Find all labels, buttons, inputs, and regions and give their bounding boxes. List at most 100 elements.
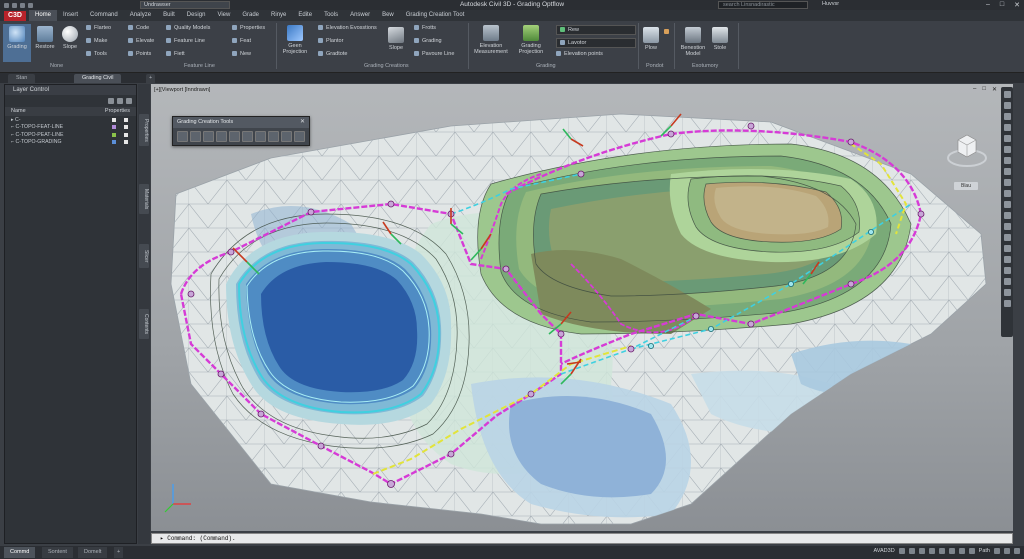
command-line[interactable]: ▸ Command: (Command). — [151, 533, 1013, 544]
terrain-model[interactable] — [151, 84, 1013, 531]
toolbar-title[interactable]: Grading Creation Tools — [173, 117, 309, 128]
view-cube[interactable] — [946, 128, 988, 172]
status-tab-sontent[interactable]: Sontent — [42, 547, 73, 558]
status-add-tab[interactable]: + — [114, 547, 124, 558]
snap-toggle-icon[interactable] — [908, 548, 915, 554]
grid-toggle-icon[interactable] — [898, 548, 905, 554]
tool-volume-icon[interactable] — [281, 131, 292, 142]
tab-command[interactable]: Command — [84, 10, 124, 21]
feature-line-item[interactable]: Feature Line — [166, 38, 205, 44]
tab-bew[interactable]: Bew — [376, 10, 400, 21]
close-button[interactable]: ✕ — [1014, 1, 1020, 9]
tab-grade[interactable]: Grade — [236, 10, 265, 21]
status-tab-commd[interactable]: Commd — [4, 547, 36, 558]
tab-analyze[interactable]: Analyze — [124, 10, 157, 21]
layer-row[interactable]: ⌐ C-TOPO-GRADING — [5, 139, 136, 147]
side-tab-materials[interactable]: Materials — [139, 184, 149, 214]
code-item[interactable]: Code — [128, 25, 149, 31]
dynamic-input-icon[interactable] — [948, 548, 955, 554]
maximize-button[interactable]: □ — [1000, 1, 1004, 9]
status-model-label[interactable]: AVAD3D — [873, 548, 894, 554]
user-name[interactable]: Huvvsr — [822, 1, 839, 7]
group-label-grading[interactable]: Grading — [536, 63, 556, 69]
tool-settings-icon[interactable] — [294, 131, 305, 142]
orbit-icon[interactable] — [1003, 113, 1011, 120]
annotation-scale-icon[interactable] — [968, 548, 975, 554]
polar-toggle-icon[interactable] — [928, 548, 935, 554]
layer-toggle[interactable] — [124, 125, 128, 129]
tool-create-grading-icon[interactable] — [177, 131, 188, 142]
osnap-toggle-icon[interactable] — [938, 548, 945, 554]
look-icon[interactable] — [1003, 157, 1011, 164]
layer-color[interactable] — [112, 132, 116, 137]
layer-toggle[interactable] — [124, 132, 128, 137]
search-input[interactable]: search Linsnadirastic — [718, 1, 808, 9]
group-label-none[interactable]: None — [50, 63, 63, 69]
settings-icon[interactable] — [126, 98, 132, 104]
tab-built[interactable]: Built — [157, 10, 181, 21]
grading-projection-button[interactable]: Grading Projection — [514, 25, 548, 55]
col-properties[interactable]: Properties — [105, 107, 130, 116]
minimize-button[interactable]: – — [986, 1, 990, 9]
toolbar-close-icon[interactable]: ✕ — [300, 118, 305, 125]
status-tab-domelt[interactable]: Domelt — [78, 547, 108, 558]
group-label-pondot[interactable]: Pondot — [646, 63, 663, 69]
new-layer-icon[interactable] — [108, 98, 114, 104]
ortho-toggle-icon[interactable] — [918, 548, 925, 554]
grid-icon[interactable] — [1003, 234, 1011, 241]
customize-icon[interactable] — [1004, 548, 1010, 554]
ortho-icon[interactable] — [1003, 245, 1011, 252]
geen-projection-button[interactable]: Geen Projection — [280, 25, 310, 55]
zoom-icon[interactable] — [1003, 102, 1011, 109]
zoom-extents-icon[interactable] — [1003, 135, 1011, 142]
properties-nav-icon[interactable] — [1003, 212, 1011, 219]
frotts-item[interactable]: Frotts — [414, 25, 436, 31]
slope-button[interactable]: Slope — [59, 26, 81, 50]
tab-rinye[interactable]: Rinye — [265, 10, 292, 21]
polar-icon[interactable] — [1003, 256, 1011, 263]
layer-row[interactable]: ⌐ C-TOPO-PEAT-LINE — [5, 131, 136, 139]
grading-button[interactable]: Grading — [3, 24, 31, 62]
layer-toggle[interactable] — [124, 117, 128, 122]
menu-icon[interactable] — [1014, 548, 1020, 554]
benestion-model-button[interactable]: Benestion Model — [678, 27, 708, 57]
feat-item[interactable]: Feat — [232, 38, 251, 44]
fiett-item[interactable]: Fiett — [166, 51, 185, 57]
stole-button[interactable]: Stole — [710, 27, 730, 51]
tab-view[interactable]: View — [211, 10, 236, 21]
layer-row[interactable]: ▸ C- — [5, 116, 136, 124]
lineweight-toggle-icon[interactable] — [958, 548, 965, 554]
restore-button[interactable]: Restore — [32, 26, 58, 50]
col-name[interactable]: Name — [11, 107, 26, 116]
tool-elevation-icon[interactable] — [268, 131, 279, 142]
style-dropdown[interactable]: Rew — [556, 25, 636, 35]
new-item[interactable]: New — [232, 51, 251, 57]
lineweight-icon[interactable] — [1003, 289, 1011, 296]
layer-dropdown[interactable]: Lavotor — [556, 38, 636, 48]
view-cube-label[interactable]: Blau — [954, 182, 978, 190]
tool-grading-group-icon[interactable] — [203, 131, 214, 142]
tool-target-surface-icon[interactable] — [216, 131, 227, 142]
transparency-icon[interactable] — [1003, 300, 1011, 307]
grading-item[interactable]: Grading — [414, 38, 442, 44]
properties-item[interactable]: Properties — [232, 25, 265, 31]
doc-tab-grading-civil[interactable]: Grading Civil — [74, 74, 122, 83]
walk-icon[interactable] — [1003, 146, 1011, 153]
tool-criteria-icon[interactable] — [242, 131, 253, 142]
app-logo[interactable]: C3D — [4, 10, 26, 21]
tab-home[interactable]: Home — [29, 10, 58, 21]
status-path-label[interactable]: Path — [979, 548, 990, 554]
points-item[interactable]: Points — [128, 51, 151, 57]
layer-color[interactable] — [112, 125, 116, 129]
section-icon[interactable] — [1003, 190, 1011, 197]
tab-answer[interactable]: Answer — [344, 10, 376, 21]
side-tab-contents[interactable]: Contents — [139, 309, 149, 339]
slope-tool-button[interactable]: Slope — [384, 27, 408, 51]
snap-icon[interactable] — [1003, 223, 1011, 230]
layer-color[interactable] — [112, 117, 116, 122]
side-tab-slicer[interactable]: Slicer — [139, 244, 149, 268]
elevate-item[interactable]: Elevate — [128, 38, 154, 44]
elevation-evosstions-item[interactable]: Elevation Evosstions — [318, 25, 377, 31]
osnap-icon[interactable] — [1003, 267, 1011, 274]
tool-layer-icon[interactable] — [229, 131, 240, 142]
